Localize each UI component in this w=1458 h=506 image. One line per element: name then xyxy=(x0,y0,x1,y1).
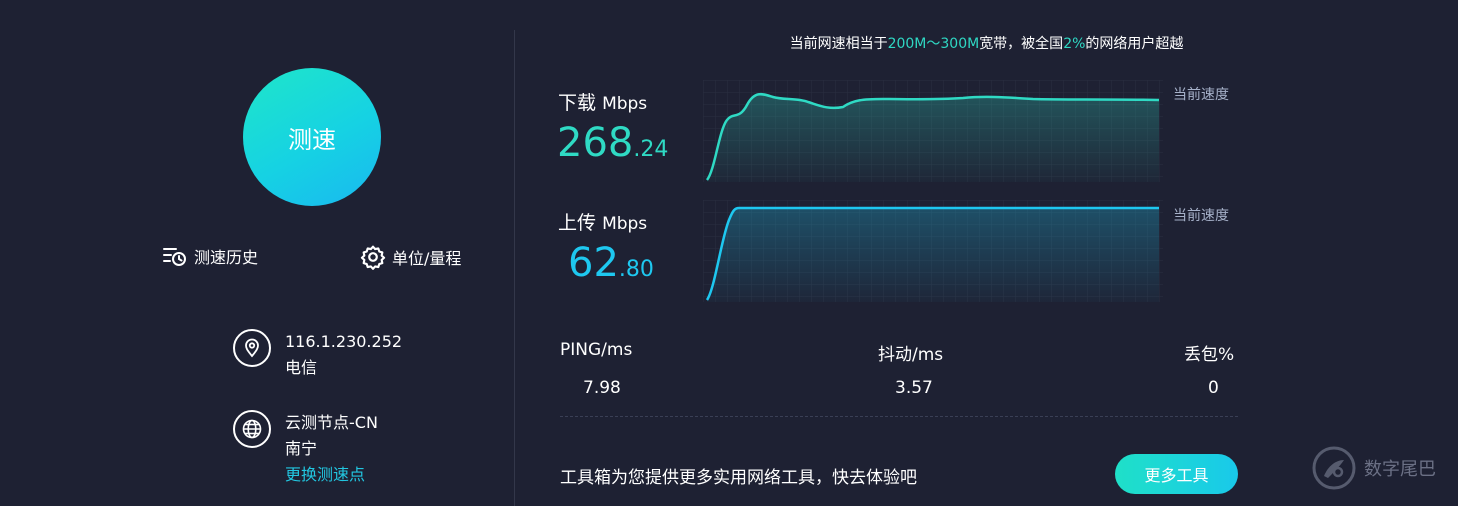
summary-prefix: 当前网速相当于 xyxy=(789,36,888,52)
download-chart xyxy=(703,80,1163,182)
watermark-text: 数字尾巴 xyxy=(1364,459,1436,480)
summary-suffix: 的网络用户超越 xyxy=(1085,36,1184,52)
upload-chart-area xyxy=(707,208,1159,302)
upload-label: 上传 Mbps xyxy=(558,208,647,235)
upload-speed-dec: .80 xyxy=(618,257,654,282)
node-info: 云测节点-CN 南宁 更换测速点 xyxy=(233,410,378,488)
upload-chart xyxy=(703,200,1163,302)
ping-label: PING/ms xyxy=(560,340,633,360)
history-button[interactable]: 测速历史 xyxy=(162,244,258,268)
history-label: 测速历史 xyxy=(194,248,259,267)
summary-percent: 2% xyxy=(1063,36,1086,52)
ip-info: 116.1.230.252 电信 xyxy=(233,329,402,381)
change-node-link[interactable]: 更换测速点 xyxy=(285,462,378,488)
node-city: 南宁 xyxy=(285,439,318,458)
jitter-value: 3.57 xyxy=(895,378,933,398)
summary-bandwidth: 200M～300M xyxy=(887,36,980,52)
download-speed-dec: .24 xyxy=(633,137,669,162)
upload-label-text: 上传 xyxy=(558,212,597,234)
node-name: 云测节点-CN xyxy=(285,413,378,432)
more-tools-button[interactable]: 更多工具 xyxy=(1115,454,1238,494)
download-speed-int: 268 xyxy=(557,120,634,166)
download-label-text: 下载 xyxy=(558,92,597,114)
speed-summary: 当前网速相当于200M～300M宽带，被全国2%的网络用户超越 xyxy=(515,33,1458,53)
download-unit: Mbps xyxy=(602,94,648,114)
loss-label: 丢包% xyxy=(1184,345,1235,365)
download-speed: 268.24 xyxy=(557,120,668,166)
isp-name: 电信 xyxy=(285,358,318,377)
globe-icon xyxy=(233,410,271,448)
left-panel: 测速 测速历史 单位/量程 116.1.230.252 电信 云测节点-CN 南… xyxy=(0,0,514,506)
summary-middle: 宽带，被全国 xyxy=(979,36,1064,52)
unit-range-label: 单位/量程 xyxy=(392,249,462,268)
download-chart-area xyxy=(707,94,1159,182)
location-icon xyxy=(233,329,271,367)
watermark-logo-icon xyxy=(1312,446,1356,490)
results-panel: 当前网速相当于200M～300M宽带，被全国2%的网络用户超越 下载 Mbps … xyxy=(515,0,1458,506)
ping-value: 7.98 xyxy=(583,378,621,398)
unit-range-button[interactable]: 单位/量程 xyxy=(360,244,461,270)
loss-value: 0 xyxy=(1208,378,1219,398)
upload-speed-int: 62 xyxy=(568,240,619,286)
upload-unit: Mbps xyxy=(602,214,648,234)
speed-test-button[interactable]: 测速 xyxy=(243,68,381,206)
stats-divider xyxy=(560,416,1238,417)
toolbox-promo-text: 工具箱为您提供更多实用网络工具，快去体验吧 xyxy=(560,468,917,488)
jitter-label: 抖动/ms xyxy=(878,345,944,365)
upload-current-speed-label: 当前速度 xyxy=(1173,208,1229,224)
download-current-speed-label: 当前速度 xyxy=(1173,87,1229,103)
history-icon xyxy=(163,248,186,266)
download-label: 下载 Mbps xyxy=(558,88,647,115)
ip-address: 116.1.230.252 xyxy=(285,332,403,351)
gear-icon xyxy=(360,245,386,270)
upload-speed: 62.80 xyxy=(568,240,654,286)
watermark: 数字尾巴 xyxy=(1312,446,1436,490)
